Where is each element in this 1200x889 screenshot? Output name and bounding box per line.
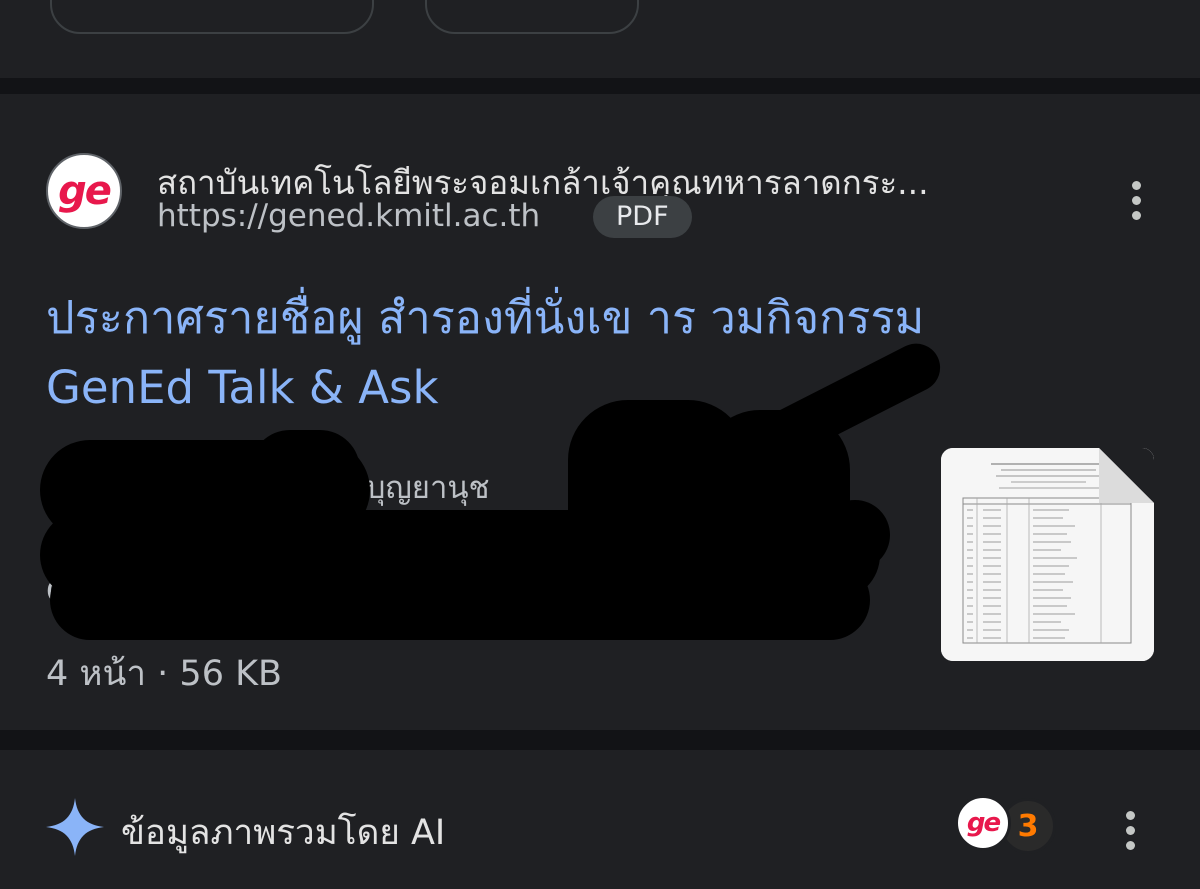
previous-chip[interactable] (50, 0, 374, 34)
ge-logo-icon: ge (58, 168, 112, 214)
ai-overview-label[interactable]: ข้อมูลภาพรวมโดย AI (121, 805, 445, 860)
previous-chip[interactable] (425, 0, 639, 34)
more-options-icon[interactable] (1125, 811, 1135, 850)
ai-sparkle-icon (46, 798, 104, 856)
source-logo-icon: 3 (1017, 808, 1039, 844)
previous-result-bottom (0, 0, 1200, 78)
file-meta: 4 หน้า · 56 KB (46, 654, 283, 694)
site-favicon[interactable]: ge (46, 153, 122, 229)
section-divider (0, 78, 1200, 94)
pdf-thumbnail[interactable] (941, 448, 1154, 661)
site-url[interactable]: https://gened.kmitl.ac.th (157, 198, 540, 234)
result-title-line: GenEd Talk & Ask (46, 361, 439, 414)
section-divider (0, 730, 1200, 750)
document-preview-icon (941, 448, 1154, 661)
source-avatar: ge (955, 795, 1011, 851)
file-type-badge: PDF (593, 196, 692, 238)
more-options-icon[interactable] (1131, 181, 1141, 220)
result-title-link[interactable]: ประกาศรายชื่อผู สำรองที่นั่งเข าร วมกิจก… (46, 283, 1126, 423)
ge-logo-icon: ge (966, 808, 1001, 838)
result-title-line: ประกาศรายชื่อผู สำรองที่นั่งเข าร วมกิจก… (46, 291, 925, 344)
